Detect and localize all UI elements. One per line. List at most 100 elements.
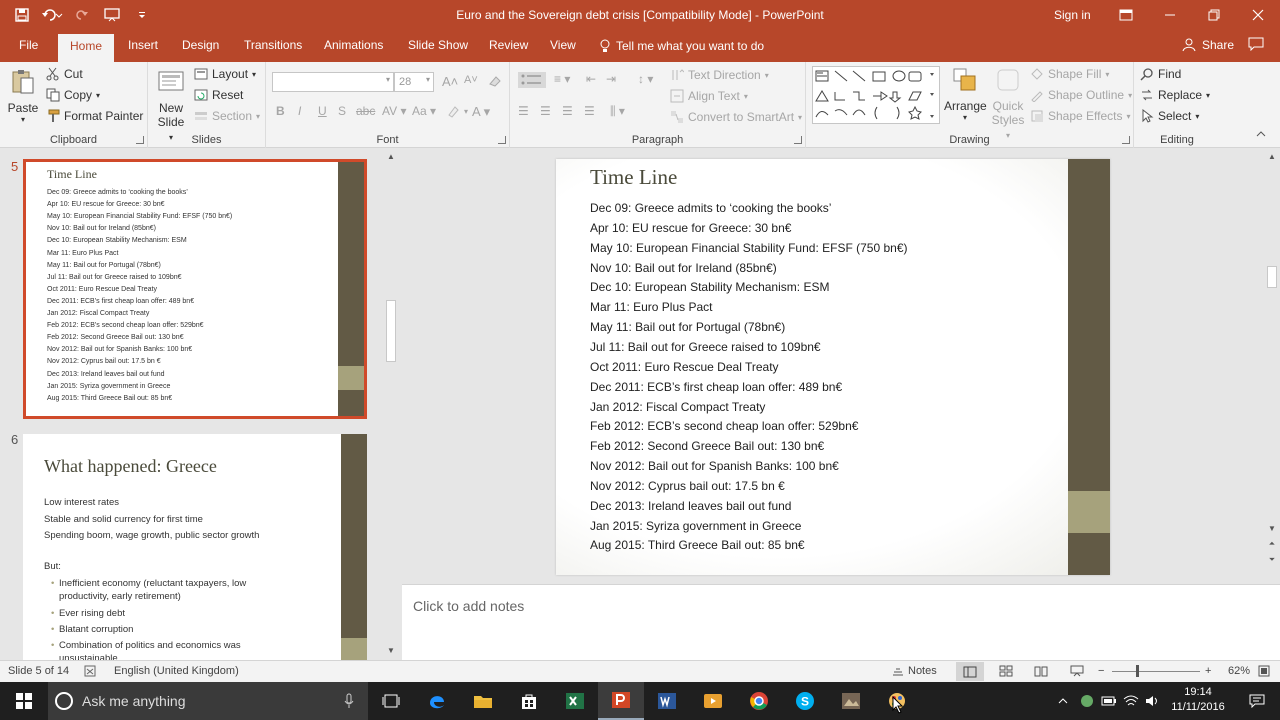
justify-button[interactable]: ☰ — [584, 104, 595, 118]
ribbon-display-options-button[interactable] — [1104, 0, 1148, 30]
slide-scrollbar[interactable]: ▲ ▼ ⏶ ⏷ — [1264, 148, 1280, 582]
tab-design[interactable]: Design — [182, 38, 219, 52]
next-slide-icon[interactable]: ⏷ — [1266, 554, 1278, 566]
reset-button[interactable]: Reset — [194, 88, 243, 102]
battery-button[interactable] — [1098, 682, 1120, 720]
align-text-button[interactable]: Align Text ▾ — [670, 89, 748, 103]
language-status[interactable]: English (United Kingdom) — [114, 665, 239, 677]
italic-button[interactable]: I — [298, 104, 301, 118]
slide-counter[interactable]: Slide 5 of 14 — [8, 665, 69, 677]
cortana-search-box[interactable]: Ask me anything — [48, 682, 368, 720]
line-spacing-button[interactable]: ↕ ▾ — [638, 72, 653, 86]
tab-slide-show[interactable]: Slide Show — [408, 38, 468, 52]
restore-button[interactable] — [1192, 0, 1236, 30]
minimize-button[interactable] — [1148, 0, 1192, 30]
slide-sorter-button[interactable] — [999, 665, 1013, 677]
zoom-slider[interactable] — [1112, 671, 1200, 672]
shape-effects-button[interactable]: Shape Effects ▾ — [1030, 109, 1131, 123]
shape-outline-button[interactable]: Shape Outline ▾ — [1030, 88, 1132, 102]
slide-timeline-line[interactable]: Aug 2015: Third Greece Bail out: 85 bn€ — [590, 538, 805, 552]
increase-indent-button[interactable]: ⇥ — [606, 72, 616, 86]
zoom-level[interactable]: 62% — [1228, 665, 1250, 677]
replace-button[interactable]: Replace ▾ — [1140, 88, 1210, 102]
slide-timeline-line[interactable]: Oct 2011: Euro Rescue Deal Treaty — [590, 360, 779, 374]
find-button[interactable]: Find — [1140, 67, 1181, 81]
character-spacing-button[interactable]: AV ▾ — [382, 104, 406, 118]
tab-insert[interactable]: Insert — [128, 38, 158, 52]
slide-thumbnail-6[interactable]: What happened: Greece Low interest rates… — [23, 434, 367, 660]
current-slide[interactable]: Time Line Dec 09: Greece admits to ‘cook… — [556, 159, 1110, 575]
slide-title[interactable]: Time Line — [590, 165, 677, 190]
clear-formatting-button[interactable] — [488, 74, 502, 88]
slide-timeline-line[interactable]: Dec 2011: ECB’s first cheap loan offer: … — [590, 380, 842, 394]
align-center-button[interactable]: ☰ — [540, 104, 551, 118]
scroll-down-icon[interactable]: ▼ — [385, 645, 397, 657]
sign-in-link[interactable]: Sign in — [1054, 8, 1091, 22]
tell-me-box[interactable]: Tell me what you want to do — [600, 39, 764, 53]
task-view-button[interactable] — [368, 682, 414, 720]
slide-timeline-line[interactable]: Feb 2012: Second Greece Bail out: 130 bn… — [590, 439, 824, 453]
cut-button[interactable]: Cut — [46, 67, 83, 81]
numbering-button[interactable]: ≡ ▾ — [554, 72, 570, 86]
notes-toggle-button[interactable]: Notes — [892, 665, 937, 677]
slide-timeline-line[interactable]: May 11: Bail out for Portugal (78bn€) — [590, 320, 785, 334]
tab-animations[interactable]: Animations — [324, 38, 383, 52]
slide-timeline-line[interactable]: Apr 10: EU rescue for Greece: 30 bn€ — [590, 221, 791, 235]
taskbar-store[interactable] — [506, 682, 552, 720]
slide-timeline-line[interactable]: Jan 2015: Syriza government in Greece — [590, 519, 801, 533]
fit-to-window-button[interactable] — [1258, 665, 1270, 677]
scrollbar-thumb[interactable] — [1267, 266, 1277, 288]
network-button[interactable] — [1120, 682, 1142, 720]
underline-button[interactable]: U — [318, 104, 327, 118]
format-painter-button[interactable]: Format Painter — [46, 109, 143, 123]
slide-timeline-line[interactable]: Jul 11: Bail out for Greece raised to 10… — [590, 340, 821, 354]
reading-view-button[interactable] — [1034, 665, 1048, 677]
increase-font-size-button[interactable]: A˄ — [442, 74, 458, 89]
slide-timeline-line[interactable]: Dec 09: Greece admits to ‘cooking the bo… — [590, 201, 831, 215]
arrange-button[interactable]: Arrange ▾ — [944, 66, 987, 122]
font-size-box[interactable]: 28 ▾ — [394, 72, 434, 92]
quick-styles-button[interactable]: Quick Styles ▾ — [990, 66, 1026, 141]
paragraph-launcher-icon[interactable] — [794, 136, 802, 144]
zoom-slider-handle[interactable] — [1136, 665, 1139, 677]
align-right-button[interactable]: ☰ — [562, 104, 573, 118]
font-name-box[interactable]: ▾ — [272, 72, 394, 92]
spell-check-status[interactable] — [84, 665, 98, 677]
volume-button[interactable] — [1142, 682, 1164, 720]
scroll-up-icon[interactable]: ▲ — [1266, 151, 1278, 163]
notes-placeholder[interactable]: Click to add notes — [413, 598, 524, 614]
slide-timeline-line[interactable]: Dec 10: European Stability Mechanism: ES… — [590, 280, 829, 294]
shape-fill-button[interactable]: Shape Fill ▾ — [1030, 67, 1109, 81]
shapes-gallery[interactable] — [812, 66, 940, 124]
tab-view[interactable]: View — [550, 38, 576, 52]
decrease-font-size-button[interactable]: A˅ — [464, 74, 478, 86]
slide-timeline-line[interactable]: Feb 2012: ECB’s second cheap loan offer:… — [590, 419, 858, 433]
strikethrough-button[interactable]: abc — [356, 104, 375, 118]
copy-button[interactable]: Copy ▾ — [46, 88, 100, 102]
comments-button[interactable] — [1248, 37, 1264, 54]
section-button[interactable]: Section ▾ — [194, 109, 260, 123]
zoom-out-button[interactable]: − — [1098, 665, 1104, 677]
convert-smartart-button[interactable]: Convert to SmartArt ▾ — [670, 110, 802, 124]
action-center-button[interactable] — [1234, 682, 1280, 720]
taskbar-skype[interactable]: S — [782, 682, 828, 720]
tray-app-icon[interactable] — [1076, 682, 1098, 720]
taskbar-excel[interactable] — [552, 682, 598, 720]
scrollbar-thumb[interactable] — [386, 300, 396, 362]
close-button[interactable] — [1236, 0, 1280, 30]
taskbar-media-player[interactable] — [690, 682, 736, 720]
slide-thumbnail-5[interactable]: Time Line Dec 09: Greece admits to ‘cook… — [23, 159, 367, 419]
tab-review[interactable]: Review — [489, 38, 528, 52]
slide-timeline-line[interactable]: Nov 2012: Cyprus bail out: 17.5 bn € — [590, 479, 785, 493]
collapse-ribbon-button[interactable] — [1256, 130, 1266, 138]
slide-timeline-line[interactable]: Dec 2013: Ireland leaves bail out fund — [590, 499, 791, 513]
slide-timeline-line[interactable]: Jan 2012: Fiscal Compact Treaty — [590, 400, 765, 414]
columns-button[interactable]: ⫼ ▾ — [610, 104, 625, 119]
notes-pane[interactable]: Click to add notes — [402, 584, 1280, 660]
slide-timeline-line[interactable]: Mar 11: Euro Plus Pact — [590, 300, 713, 314]
show-hidden-icons-button[interactable] — [1052, 682, 1074, 720]
taskbar-clock[interactable]: 19:14 11/11/2016 — [1166, 685, 1230, 715]
highlight-color-button[interactable]: ▾ — [446, 104, 468, 118]
change-case-button[interactable]: Aa ▾ — [412, 104, 436, 118]
font-launcher-icon[interactable] — [498, 136, 506, 144]
